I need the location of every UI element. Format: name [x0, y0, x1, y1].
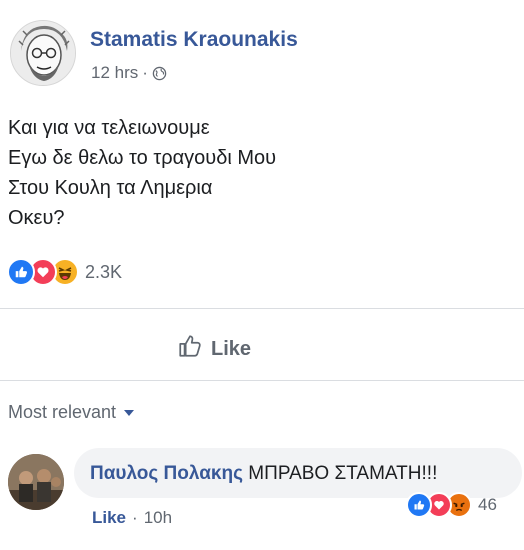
post-text-line: Στου Κουλη τα Λημερια [8, 177, 213, 199]
reactions-summary[interactable]: 2.3K [7, 258, 122, 286]
comment-reactions[interactable]: 46 [406, 492, 497, 518]
like-icon [7, 258, 35, 286]
comment-sort-label: Most relevant [8, 402, 117, 422]
comment-text: ΜΠΡΑΒΟ ΣΤΑΜΑΤΗ!!! [248, 463, 438, 484]
comment-content: Παυλος Πολακης ΜΠΡΑΒΟ ΣΤΑΜΑΤΗ!!! [90, 463, 437, 485]
divider [0, 308, 524, 309]
like-button[interactable]: Like [177, 333, 251, 365]
caret-down-icon [124, 409, 135, 416]
commenter-name[interactable]: Παυλος Πολακης [90, 463, 243, 484]
post-meta: 12 hrs · [91, 63, 167, 83]
globe-icon[interactable] [152, 66, 167, 81]
like-button-label: Like [211, 337, 252, 360]
thumbs-up-icon [177, 333, 203, 365]
comment-actions: Like · 10h [92, 508, 172, 528]
comment-action-separator: · [132, 508, 138, 527]
like-icon [406, 492, 432, 518]
comment-sort-dropdown[interactable]: Most relevant [8, 402, 135, 423]
author-avatar[interactable] [10, 20, 76, 86]
post-text-line: Οκευ? [8, 207, 65, 229]
meta-separator: · [142, 63, 148, 82]
post-text-line: Και για να τελειωνουμε [8, 117, 210, 139]
comment-like-link[interactable]: Like [92, 508, 126, 528]
post-author-name[interactable]: Stamatis Kraounakis [90, 28, 298, 52]
post-text-line: Εγω δε θελω το τραγουδι Μου [8, 147, 277, 169]
commenter-avatar[interactable] [8, 454, 64, 510]
reactions-count[interactable]: 2.3K [85, 262, 122, 283]
comment-timestamp[interactable]: 10h [144, 508, 172, 528]
post-timestamp[interactable]: 12 hrs [91, 63, 138, 83]
post-text: Και για να τελειωνουμε Εγω δε θελω το τρ… [8, 113, 276, 233]
divider [0, 380, 524, 381]
comment-reactions-count: 46 [478, 495, 497, 514]
